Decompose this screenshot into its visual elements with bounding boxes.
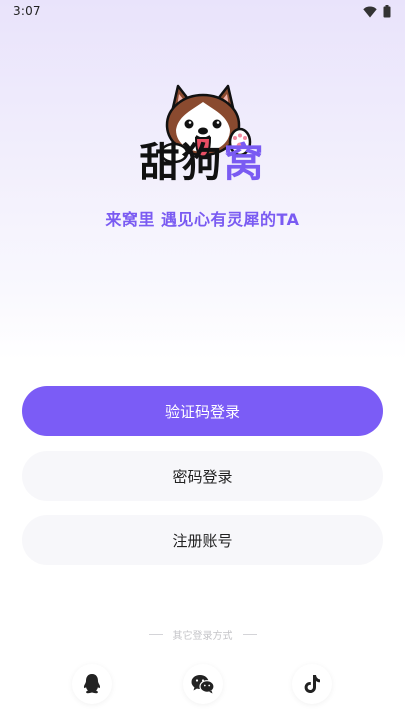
tiktok-icon <box>304 675 320 693</box>
divider-line-left <box>148 634 163 635</box>
divider-line-right <box>242 634 257 635</box>
status-time: 3:07 <box>13 4 41 18</box>
status-bar: 3:07 <box>0 0 405 24</box>
app-name-part2: 窝 <box>223 140 266 186</box>
code-login-label: 验证码登录 <box>164 402 240 421</box>
battery-icon <box>383 5 391 18</box>
slogan: 来窝里 遇见心有灵犀的TA <box>105 210 300 229</box>
app-name-part1: 甜狗 <box>139 140 224 186</box>
register-label: 注册账号 <box>172 531 233 550</box>
tiktok-login-button[interactable] <box>292 664 332 704</box>
wifi-icon <box>363 6 377 17</box>
other-login-label: 其它登录方式 <box>172 631 233 642</box>
app-name-logo: 甜狗窝 <box>0 141 405 185</box>
password-login-button[interactable]: 密码登录 <box>22 451 383 501</box>
code-login-button[interactable]: 验证码登录 <box>22 386 383 436</box>
other-login-divider: 其它登录方式 <box>0 627 405 642</box>
password-login-label: 密码登录 <box>172 467 233 486</box>
qq-icon <box>83 674 101 694</box>
register-button[interactable]: 注册账号 <box>22 515 383 565</box>
qq-login-button[interactable] <box>72 664 112 704</box>
status-icons <box>363 5 391 18</box>
wechat-login-button[interactable] <box>183 664 223 704</box>
wechat-icon <box>191 675 215 694</box>
